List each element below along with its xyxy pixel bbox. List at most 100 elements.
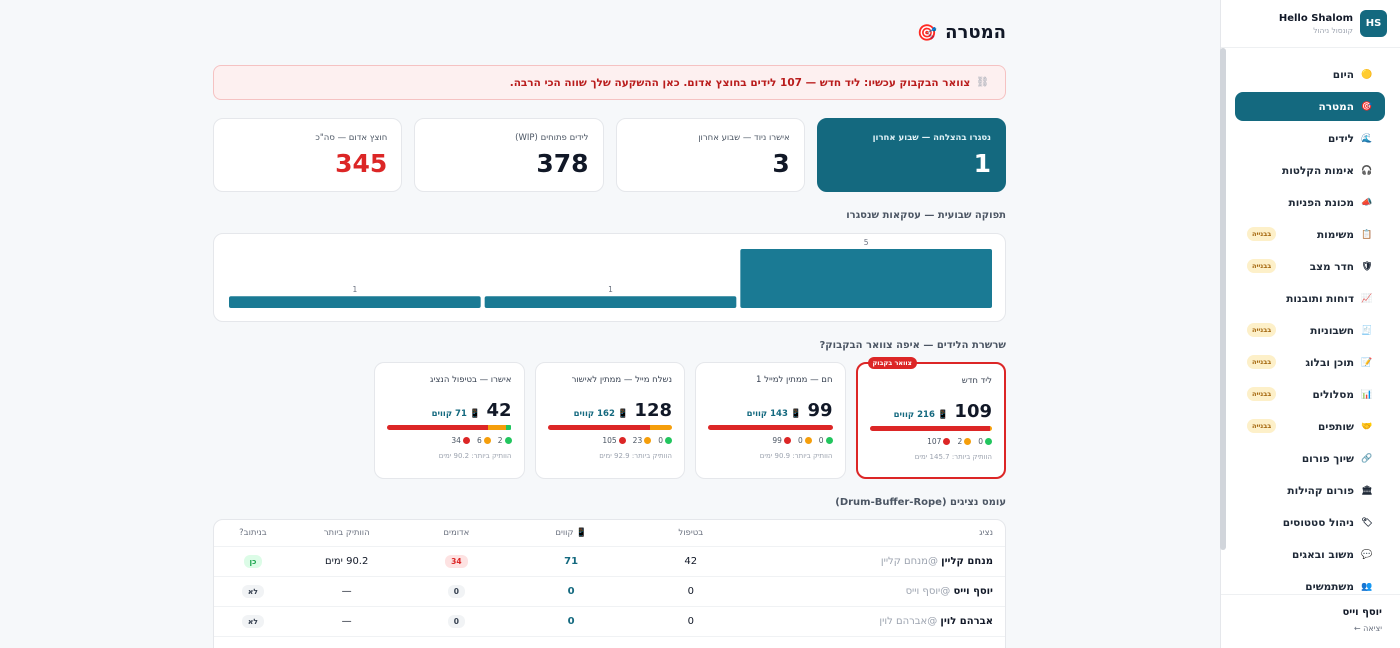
user-role: קונסול ניהול xyxy=(1313,25,1353,35)
sidebar-item[interactable]: 🏷 ניהול סטטוסים xyxy=(1235,508,1385,537)
sidebar-item[interactable]: 📝 תוכן ובלוג בבנייה xyxy=(1235,348,1385,377)
sidebar-item[interactable]: 💬 משוב ובאגים xyxy=(1235,540,1385,569)
calls-text: 71 קווים xyxy=(431,409,467,419)
phone-icon: 📱 xyxy=(466,409,481,419)
dot-count-red: 99 xyxy=(772,436,791,445)
reds-cell: 0 xyxy=(402,585,512,598)
kpi-row: נסגרו בהצלחה — שבוע אחרון 1 אישרו ניוד — ש… xyxy=(213,118,1006,192)
sidebar-item[interactable]: 🌊 לידים xyxy=(1235,124,1385,153)
sun-icon: 🟡 xyxy=(1361,69,1373,80)
users-icon: 👥 xyxy=(1361,581,1373,592)
yellow-dot-icon xyxy=(644,437,652,444)
kpi-label: חוצץ אדום — סה"כ xyxy=(315,133,388,143)
column-header: 📱 קווים xyxy=(511,528,631,538)
sidebar-item[interactable]: 🎯 המטרה xyxy=(1235,92,1385,121)
sidebar-item[interactable]: 📣 מכונת הפניות xyxy=(1235,188,1385,217)
dot-count-yellow: 6 xyxy=(477,436,491,445)
stage-dot-counts: 0 0 99 xyxy=(708,436,833,445)
routing-badge[interactable]: לא xyxy=(241,585,264,598)
sidebar-item[interactable]: 🟡 היום xyxy=(1235,60,1385,89)
column-header: הוותיק ביותר xyxy=(323,528,370,538)
sidebar-item-label: משוב ובאגים xyxy=(1292,548,1354,561)
pipeline-stage-card[interactable]: חם — ממתין למייל 1 99 📱 143 קווים 0 0 99 הוותי… xyxy=(695,362,846,479)
pipeline-stage-card[interactable]: נשלח מייל — ממתין לאישור 128 📱 162 קווים 0 2… xyxy=(534,362,685,479)
routing-cell: לא xyxy=(214,585,292,598)
logout-link[interactable]: יציאה ← xyxy=(1221,624,1382,633)
status-badge: בבנייה xyxy=(1247,387,1277,401)
table-row[interactable]: מנחם קליין @מנחם קליין 42 71 34 90.2 ימים כן xyxy=(214,547,1005,577)
pencil-icon: 📝 xyxy=(1361,357,1373,368)
sidebar-item[interactable]: 🔗 שיוך פורום xyxy=(1235,444,1385,473)
sidebar-item[interactable]: 📋 משימות בבנייה xyxy=(1235,220,1385,249)
pipeline-stage-card[interactable]: צוואר בקבוק ליד חדש 109 📱 216 קווים 0 2 107 הוו… xyxy=(855,357,1006,479)
dot-count-value: 6 xyxy=(476,436,482,445)
bar-segment-red xyxy=(387,425,488,430)
dot-count-green: 0 xyxy=(658,436,672,445)
sidebar-item[interactable]: 📊 מסלולים בבנייה xyxy=(1235,380,1385,409)
table-row[interactable]: יוסף וייס @יוסף וייס 0 0 0 — לא xyxy=(214,577,1005,607)
pipeline-stage-card[interactable]: אישרו — בטיפול הנציג 42 📱 71 קווים 2 6 34 הוות… xyxy=(374,362,525,479)
stage-oldest: הוותיק ביותר: 90.2 ימים xyxy=(438,452,512,460)
dot-count-red: 34 xyxy=(451,436,470,445)
in-care-cell: 0 xyxy=(687,586,694,597)
avatar[interactable]: HS xyxy=(1360,10,1387,37)
dot-count-yellow: 2 xyxy=(957,437,972,446)
chart-up-icon: 📈 xyxy=(1361,293,1373,304)
bar-segment-red xyxy=(869,426,990,431)
dot-count-value: 34 xyxy=(451,436,461,445)
building-icon: 🏛 xyxy=(1361,485,1373,496)
target-icon: 🎯 xyxy=(917,23,938,42)
sidebar-item-label: תוכן ובלוג xyxy=(1305,356,1354,369)
sidebar-item-label: משימות xyxy=(1316,228,1354,241)
sidebar-item[interactable]: 🏛 פורום קהילות xyxy=(1235,476,1385,505)
throughput-chart-svg: 1 1 5 xyxy=(229,238,992,308)
stage-progress-bar xyxy=(869,426,993,431)
column-header-label: קווים xyxy=(555,528,574,538)
sidebar-header: HS Hello Shalom קונסול ניהול xyxy=(1221,0,1400,48)
bar-segment-yellow xyxy=(649,425,672,430)
sidebar-item-label: לידים xyxy=(1327,132,1354,145)
stage-counts: 42 📱 71 קווים xyxy=(387,400,512,421)
dot-count-value: 2 xyxy=(497,436,503,445)
shield-icon: 🛡 xyxy=(1361,261,1373,272)
bar-segment-yellow xyxy=(989,426,992,431)
routing-badge[interactable]: לא xyxy=(241,615,264,628)
column-header: נציג xyxy=(979,528,993,538)
green-dot-icon xyxy=(504,437,512,444)
pipeline-title: שרשרת הלידים — איפה צוואר הבקבוק? xyxy=(819,340,1007,351)
phone-icon: 📱 xyxy=(934,410,949,420)
phone-icon: 📱 xyxy=(573,528,587,538)
sidebar-item[interactable]: 🎧 אימות הקלטות xyxy=(1235,156,1385,185)
oldest-cell: 90.2 ימים xyxy=(324,556,369,567)
stage-counts: 99 📱 143 קווים xyxy=(708,400,833,421)
reds-pill: 34 xyxy=(445,555,468,568)
scrollbar[interactable] xyxy=(1220,48,1226,550)
stage-calls: 📱 216 קווים xyxy=(894,410,949,420)
red-dot-icon xyxy=(783,437,791,444)
column-header: בניתוב? xyxy=(239,528,267,538)
table-row[interactable]: אברהם לוין @אברהם לוין 0 0 0 — לא xyxy=(214,607,1005,637)
red-dot-icon xyxy=(943,438,951,445)
status-badge: בבנייה xyxy=(1247,259,1277,273)
sidebar-item[interactable]: 📈 דוחות ותובנות xyxy=(1235,284,1385,313)
sidebar-item[interactable]: 🛡 חדר מצב בבנייה xyxy=(1235,252,1385,281)
calls-cell: 71 xyxy=(564,556,579,567)
oldest-cell: — xyxy=(341,616,352,627)
oldest-cell: — xyxy=(341,586,352,597)
chart-bar xyxy=(484,296,737,308)
sidebar-item[interactable]: 🧾 חשבוניות בבנייה xyxy=(1235,316,1385,345)
routing-badge[interactable]: כן xyxy=(243,555,263,568)
yellow-dot-icon xyxy=(483,437,491,444)
in-care-cell: 0 xyxy=(687,616,694,627)
receipt-icon: 🧾 xyxy=(1361,325,1373,336)
stage-oldest: הוותיק ביותר: 145.7 ימים xyxy=(914,453,992,461)
dot-count-green: 2 xyxy=(498,436,512,445)
bar-segment-green xyxy=(505,425,512,430)
sidebar: HS Hello Shalom קונסול ניהול 🟡 היום 🎯 המטרה… xyxy=(1220,0,1400,648)
chart-data-label: 1 xyxy=(608,285,613,294)
kpi-card: חוצץ אדום — סה"כ 345 xyxy=(213,118,403,192)
sidebar-item-label: דוחות ותובנות xyxy=(1286,292,1354,305)
sidebar-item[interactable]: 🤝 שותפים בבנייה xyxy=(1235,412,1385,441)
greeting: Hello Shalom xyxy=(1278,12,1353,24)
status-badge: בבנייה xyxy=(1247,419,1277,433)
